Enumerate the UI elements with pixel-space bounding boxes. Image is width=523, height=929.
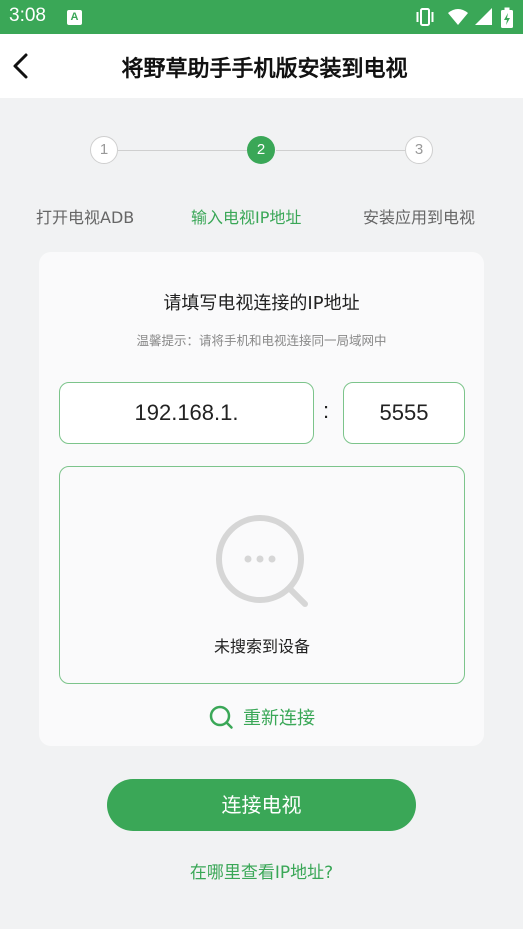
status-bar: 3:08 A xyxy=(0,0,523,34)
card-tip: 温馨提示：请将手机和电视连接同一局域网中 xyxy=(136,333,387,348)
search-chat-icon xyxy=(216,515,308,607)
ip-input-card: 请填写电视连接的IP地址 温馨提示：请将手机和电视连接同一局域网中 192.16… xyxy=(39,252,484,746)
step-connector xyxy=(276,150,405,151)
page-title: 将野草助手手机版安装到电视 xyxy=(121,57,408,82)
reconnect-label: 重新连接 xyxy=(243,708,316,729)
vibrate-icon xyxy=(416,8,434,26)
step-3-circle: 3 xyxy=(405,136,433,164)
find-ip-help-link[interactable]: 在哪里查看IP地址? xyxy=(0,858,523,883)
app-bar: 将野草助手手机版安装到电视 xyxy=(0,34,523,98)
signal-icon xyxy=(475,8,492,25)
no-device-text: 未搜索到设备 xyxy=(213,637,310,656)
status-time: 3:08 xyxy=(9,5,46,26)
notification-icon: A xyxy=(67,10,82,25)
connect-tv-button[interactable]: 连接电视 xyxy=(107,779,416,831)
card-heading: 请填写电视连接的IP地址 xyxy=(163,293,360,314)
step-1-circle: 1 xyxy=(90,136,118,164)
step-3-label: 安装应用到电视 xyxy=(363,208,476,227)
reconnect-button[interactable]: 重新连接 xyxy=(39,704,484,732)
port-input[interactable]: 5555 xyxy=(343,382,465,444)
search-icon xyxy=(209,705,233,729)
ip-address-input[interactable]: 192.168.1. xyxy=(59,382,314,444)
battery-icon xyxy=(501,7,513,28)
device-search-result: 未搜索到设备 xyxy=(59,466,465,684)
stepper: 1 2 3 打开电视ADB 输入电视IP地址 安装应用到电视 xyxy=(0,98,523,238)
ip-port-separator: : xyxy=(323,398,330,423)
wifi-icon xyxy=(448,9,468,25)
step-1-label: 打开电视ADB xyxy=(36,208,135,227)
step-2-circle: 2 xyxy=(247,136,275,164)
step-2-label: 输入电视IP地址 xyxy=(191,208,302,227)
step-connector xyxy=(118,150,247,151)
